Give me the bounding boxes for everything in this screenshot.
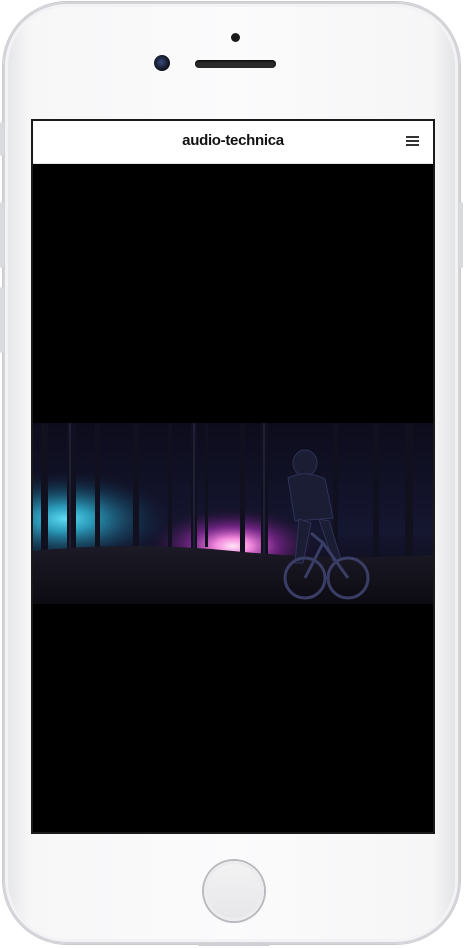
silent-switch [0,122,4,156]
volume-up-button [0,202,4,268]
proximity-sensor [231,33,240,42]
brand-logo[interactable]: audio-technica [33,132,433,149]
bottom-edge-notch [198,943,270,946]
hero-video[interactable] [33,423,433,604]
phone-screen: audio-technica [31,119,435,834]
night-forest-cyclist-scene [33,423,433,604]
home-button[interactable] [204,861,264,921]
volume-down-button [0,287,4,353]
earpiece-speaker [195,60,276,68]
site-header: audio-technica [33,121,433,164]
hamburger-menu-icon[interactable] [406,134,419,148]
front-camera-icon [154,55,170,71]
power-button [459,202,463,268]
